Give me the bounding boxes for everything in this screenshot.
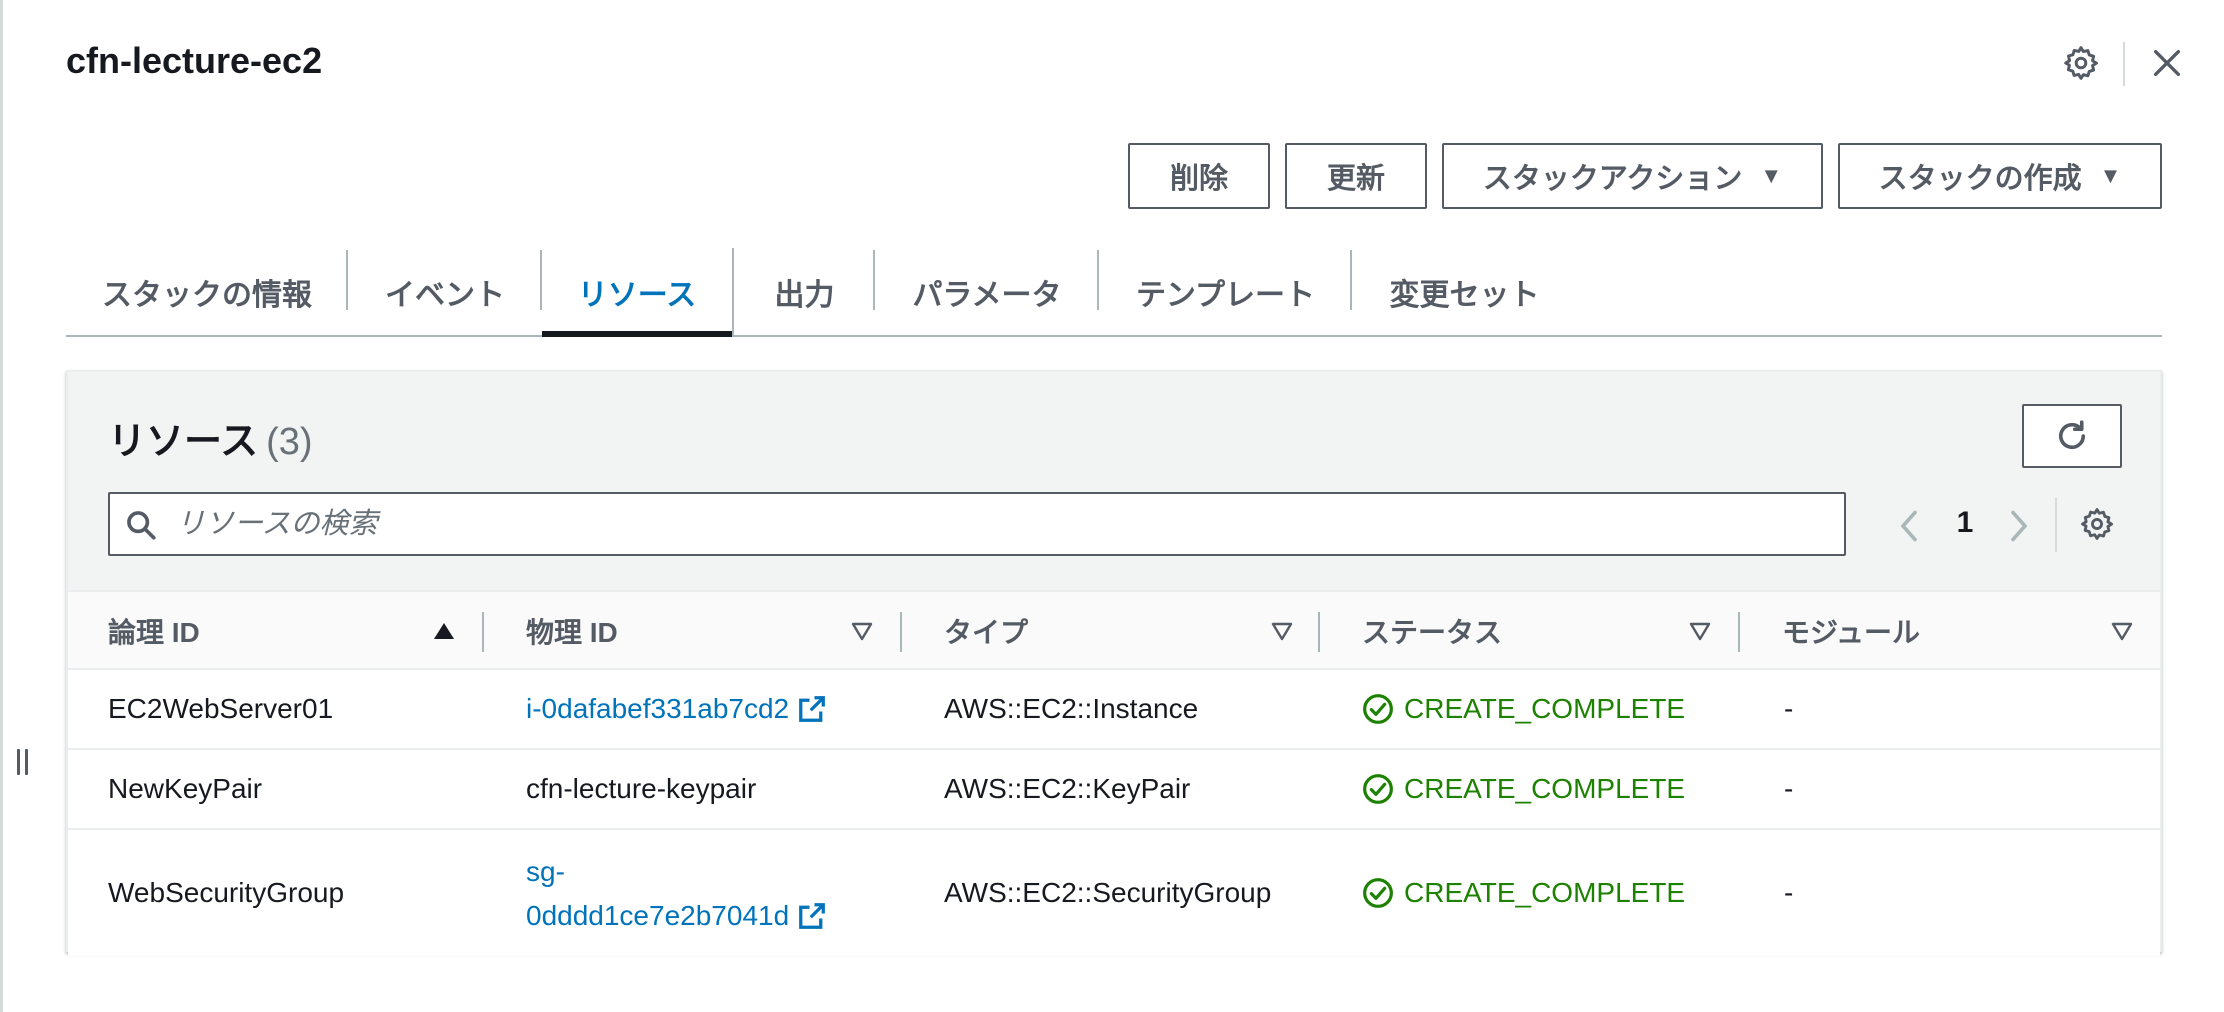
resize-handle-icon[interactable] <box>13 749 31 777</box>
close-icon[interactable] <box>2150 46 2184 80</box>
header-divider <box>2123 42 2125 86</box>
tab-events[interactable]: イベント <box>348 248 542 335</box>
type-cell: AWS::EC2::KeyPair <box>944 773 1191 804</box>
tab-parameters[interactable]: パラメータ <box>875 248 1099 335</box>
external-link-icon[interactable] <box>797 901 827 931</box>
status-cell: CREATE_COMPLETE <box>1362 830 1685 956</box>
status-text: CREATE_COMPLETE <box>1404 773 1686 804</box>
physical-id-link[interactable]: 0dddd1ce7e2b7041d <box>526 894 789 938</box>
pager-divider <box>2055 498 2057 552</box>
sort-icon[interactable] <box>2110 620 2134 642</box>
resources-count: (3) <box>266 421 313 463</box>
success-check-icon <box>1363 694 1393 724</box>
sort-ascending-icon[interactable] <box>432 620 456 642</box>
status-cell: CREATE_COMPLETE <box>1362 750 1685 828</box>
tab-outputs[interactable]: 出力 <box>732 248 875 335</box>
update-button[interactable]: 更新 <box>1285 143 1427 209</box>
column-header-module[interactable]: モジュール <box>1782 592 1920 670</box>
table-header: 論理 ID 物理 ID タイプ ステータス モジュール <box>68 590 2160 670</box>
update-button-label: 更新 <box>1326 163 1385 195</box>
physical-id-cell: i-0dafabef331ab7cd2 <box>526 670 827 748</box>
resources-table: 論理 ID 物理 ID タイプ ステータス モジュール EC2WebServer… <box>68 590 2160 956</box>
sort-icon[interactable] <box>1270 620 1294 642</box>
status-cell: CREATE_COMPLETE <box>1362 670 1685 748</box>
column-header-physical-id[interactable]: 物理 ID <box>526 592 618 670</box>
page-number[interactable]: 1 <box>1950 506 1980 540</box>
column-divider[interactable] <box>482 612 484 652</box>
tab-resources[interactable]: リソース <box>542 248 732 337</box>
resources-panel: リソース(3) 1 論理 ID 物理 ID タイプ ステータス <box>66 370 2162 956</box>
success-check-icon <box>1363 774 1393 804</box>
external-link-icon[interactable] <box>797 694 827 724</box>
gear-icon[interactable] <box>2063 45 2099 81</box>
caret-down-icon: ▼ <box>1760 163 1783 188</box>
status-text: CREATE_COMPLETE <box>1404 877 1686 908</box>
table-row: NewKeyPair cfn-lecture-keypair AWS::EC2:… <box>68 750 2160 830</box>
physical-id-link[interactable]: i-0dafabef331ab7cd2 <box>526 693 789 725</box>
delete-button[interactable]: 削除 <box>1128 143 1270 209</box>
table-row: WebSecurityGroup sg- 0dddd1ce7e2b7041d A… <box>68 830 2160 956</box>
refresh-button[interactable] <box>2022 404 2122 468</box>
column-header-type[interactable]: タイプ <box>944 592 1028 670</box>
module-cell: - <box>1784 773 1794 804</box>
column-divider[interactable] <box>900 612 902 652</box>
success-check-icon <box>1363 878 1393 908</box>
tab-template[interactable]: テンプレート <box>1099 248 1352 335</box>
logical-id-cell: EC2WebServer01 <box>108 693 334 724</box>
chevron-left-icon[interactable] <box>1894 508 1924 544</box>
module-cell: - <box>1784 693 1794 724</box>
create-stack-dropdown[interactable]: スタックの作成 ▼ <box>1838 143 2162 209</box>
sort-icon[interactable] <box>1688 620 1712 642</box>
physical-id-cell: sg- 0dddd1ce7e2b7041d <box>526 846 827 942</box>
logical-id-cell: WebSecurityGroup <box>108 877 345 908</box>
resource-search-field[interactable] <box>108 492 1846 556</box>
physical-id-link-line: 0dddd1ce7e2b7041d <box>526 894 827 938</box>
resources-heading: リソース (3) <box>108 421 313 463</box>
stack-actions-dropdown[interactable]: スタックアクション ▼ <box>1442 143 1823 209</box>
table-row: EC2WebServer01 i-0dafabef331ab7cd2 AWS::… <box>68 670 2160 750</box>
tab-stack-info[interactable]: スタックの情報 <box>66 248 348 335</box>
tab-change-sets[interactable]: 変更セット <box>1352 248 1577 335</box>
type-cell: AWS::EC2::Instance <box>944 693 1199 724</box>
stack-name-title: cfn-lecture-ec2 <box>66 40 323 81</box>
physical-id-link[interactable]: sg- <box>526 850 565 894</box>
physical-id-cell: cfn-lecture-keypair <box>526 773 757 804</box>
stack-detail-tabs: スタックの情報 イベント リソース 出力 パラメータ テンプレート 変更セット <box>66 248 2162 337</box>
search-icon <box>127 511 156 540</box>
logical-id-cell: NewKeyPair <box>108 773 263 804</box>
status-text: CREATE_COMPLETE <box>1404 693 1686 724</box>
caret-down-icon: ▼ <box>2099 163 2122 188</box>
type-cell: AWS::EC2::SecurityGroup <box>944 877 1272 908</box>
column-header-logical-id[interactable]: 論理 ID <box>108 592 200 670</box>
column-header-status[interactable]: ステータス <box>1362 592 1502 670</box>
delete-button-label: 削除 <box>1169 163 1228 195</box>
column-divider[interactable] <box>1318 612 1320 652</box>
table-preferences-gear-icon[interactable] <box>2080 507 2114 541</box>
create-stack-label: スタックの作成 <box>1878 163 2082 195</box>
resource-search-input[interactable] <box>110 494 1844 554</box>
column-divider[interactable] <box>1738 612 1740 652</box>
split-panel-divider <box>0 0 3 1012</box>
stack-actions-label: スタックアクション <box>1482 163 1743 195</box>
refresh-icon <box>2058 420 2086 450</box>
sort-icon[interactable] <box>850 620 874 642</box>
module-cell: - <box>1784 877 1794 908</box>
chevron-right-icon[interactable] <box>2004 508 2034 544</box>
